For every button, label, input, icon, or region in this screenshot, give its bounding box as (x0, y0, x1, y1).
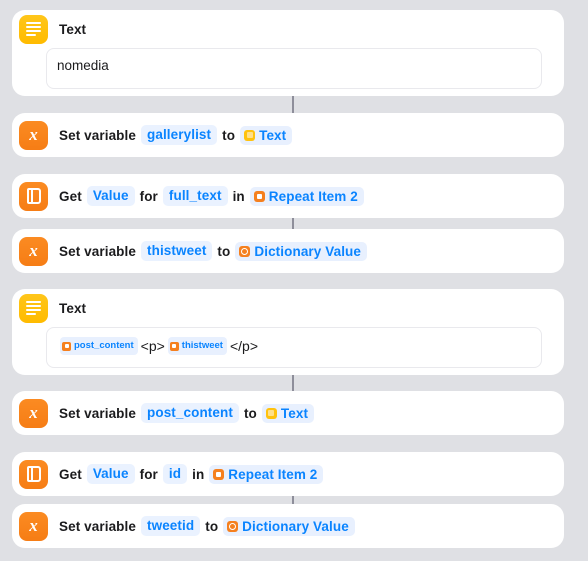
flow-connector (292, 96, 294, 113)
to-label: to (217, 243, 231, 259)
get-label: Get (59, 466, 82, 482)
flow-connector (292, 218, 294, 229)
x-variable-icon: x (19, 236, 48, 266)
repeat-item-chip-icon (213, 468, 225, 480)
text-input-field[interactable]: nomedia (46, 48, 542, 89)
variable-name-token[interactable]: gallerylist (141, 125, 218, 145)
magic-variable-chip[interactable]: Dictionary Value (235, 241, 368, 261)
for-label: for (139, 188, 158, 204)
set-variable-label: Set variable (59, 518, 136, 534)
magic-variable-label: Dictionary Value (254, 243, 362, 259)
action-card-set-variable-tweetid[interactable]: x Set variable tweetid to Dictionary Val… (12, 504, 564, 548)
text-lines-icon (19, 14, 48, 44)
variable-chip-icon (62, 341, 71, 351)
html-close-tag: </p> (229, 338, 258, 354)
action-sentence: Get Value for full_text in Repeat Item 2 (59, 186, 364, 206)
to-label: to (243, 405, 257, 421)
magic-variable-label: Dictionary Value (242, 518, 349, 534)
in-label: in (232, 188, 245, 204)
x-variable-icon: x (19, 398, 48, 428)
variable-name-token[interactable]: thistweet (141, 241, 213, 261)
dictionary-key-token[interactable]: full_text (162, 186, 228, 206)
flow-connector (292, 375, 294, 391)
magic-variable-chip[interactable]: Repeat Item 2 (249, 186, 364, 206)
inline-variable-token[interactable]: thistweet (167, 337, 227, 355)
shortcut-workflow-canvas: Text nomedia x Set variable gallerylist … (0, 0, 588, 561)
magic-variable-chip[interactable]: Repeat Item 2 (209, 464, 324, 484)
dictionary-key-token[interactable]: id (162, 464, 188, 484)
to-label: to (222, 127, 236, 143)
action-title: Text (59, 300, 87, 316)
inline-token-label: post_content (74, 340, 134, 351)
set-variable-label: Set variable (59, 405, 136, 421)
inline-variable-token[interactable]: post_content (60, 337, 138, 355)
html-open-tag: <p> (140, 338, 165, 354)
text-lines-icon (19, 293, 48, 323)
magic-variable-label: Text (280, 405, 309, 421)
inline-token-label: thistweet (181, 340, 223, 351)
action-sentence: Get Value for id in Repeat Item 2 (59, 464, 324, 484)
magic-variable-label: Text (259, 127, 287, 143)
action-card-text-1[interactable]: Text nomedia (12, 10, 564, 96)
variable-chip-icon (169, 341, 179, 351)
for-label: for (139, 466, 158, 482)
variable-name-token[interactable]: post_content (141, 403, 239, 423)
text-input-value: nomedia (57, 58, 109, 73)
value-type-token[interactable]: Value (86, 186, 135, 206)
action-sentence: Set variable tweetid to Dictionary Value (59, 516, 355, 536)
action-sentence: Set variable thistweet to Dictionary Val… (59, 241, 368, 261)
x-variable-icon: x (19, 120, 48, 150)
in-label: in (192, 466, 205, 482)
action-header: Text (12, 10, 564, 48)
action-card-get-value-full-text[interactable]: Get Value for full_text in Repeat Item 2 (12, 174, 564, 218)
action-sentence: Set variable post_content to Text (59, 403, 315, 423)
text-input-field[interactable]: post_content <p> thistweet </p> (46, 327, 542, 368)
magic-variable-chip[interactable]: Text (261, 403, 315, 423)
text-chip-icon (265, 407, 277, 419)
magic-variable-chip[interactable]: Dictionary Value (223, 516, 355, 536)
get-label: Get (59, 188, 82, 204)
action-card-get-value-id[interactable]: Get Value for id in Repeat Item 2 (12, 452, 564, 496)
text-chip-icon (244, 129, 256, 141)
action-header: Text (12, 289, 564, 327)
x-variable-icon: x (19, 511, 48, 541)
dictionary-book-icon (19, 459, 48, 489)
to-label: to (205, 518, 219, 534)
dictionary-book-icon (19, 181, 48, 211)
repeat-item-chip-icon (253, 190, 265, 202)
set-variable-label: Set variable (59, 127, 136, 143)
action-card-set-variable-thistweet[interactable]: x Set variable thistweet to Dictionary V… (12, 229, 564, 273)
action-title: Text (59, 21, 87, 37)
dictionary-value-chip-icon (239, 245, 251, 257)
magic-variable-label: Repeat Item 2 (268, 188, 358, 204)
magic-variable-label: Repeat Item 2 (228, 466, 318, 482)
action-card-text-2[interactable]: Text post_content <p> thistweet </p> (12, 289, 564, 375)
magic-variable-chip[interactable]: Text (240, 125, 293, 145)
variable-name-token[interactable]: tweetid (141, 516, 201, 536)
action-card-set-variable-post-content[interactable]: x Set variable post_content to Text (12, 391, 564, 435)
action-sentence: Set variable gallerylist to Text (59, 125, 293, 145)
dictionary-value-chip-icon (227, 520, 239, 532)
value-type-token[interactable]: Value (86, 464, 135, 484)
action-card-set-variable-gallerylist[interactable]: x Set variable gallerylist to Text (12, 113, 564, 157)
set-variable-label: Set variable (59, 243, 136, 259)
